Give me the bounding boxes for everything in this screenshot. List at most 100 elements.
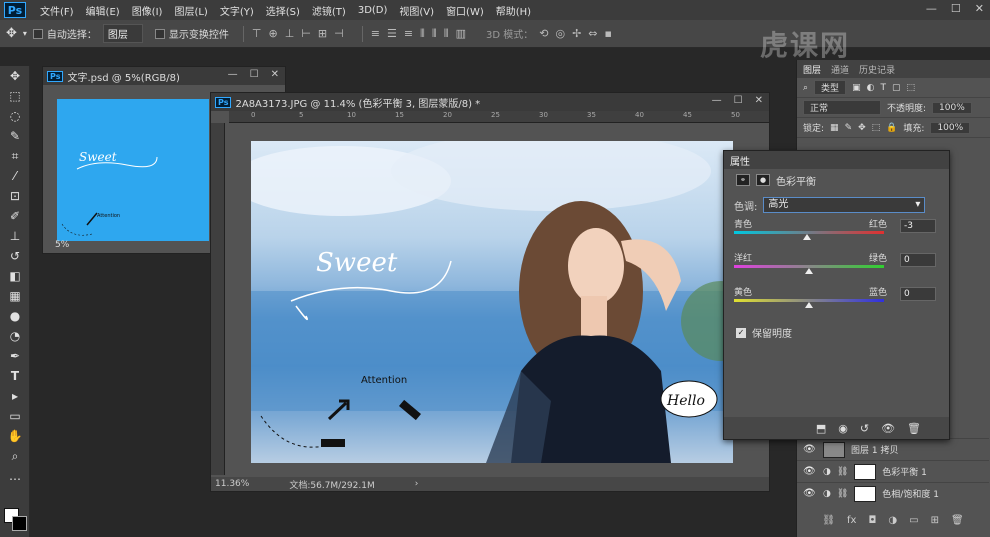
- align-right-icon[interactable]: ⊣: [334, 27, 344, 40]
- eye-icon[interactable]: 👁: [803, 444, 817, 455]
- zoom-level[interactable]: 11.36%: [215, 479, 249, 489]
- lock-position-icon[interactable]: ✥: [858, 123, 866, 133]
- filter-shape-icon[interactable]: ▢: [892, 83, 901, 93]
- tone-dropdown[interactable]: 高光 ▾: [763, 197, 926, 213]
- gradient-tool-icon[interactable]: ▦: [0, 286, 30, 306]
- menu-edit[interactable]: 编辑(E): [80, 3, 126, 18]
- close-icon[interactable]: ✕: [271, 69, 279, 80]
- move-tool-icon[interactable]: ✥: [0, 66, 30, 86]
- document-canvas[interactable]: Sweet Attention: [57, 99, 209, 241]
- 3d-slide-icon[interactable]: ⇔: [588, 27, 597, 40]
- eye-icon[interactable]: 👁: [803, 466, 817, 477]
- blend-mode-dropdown[interactable]: 正常: [803, 100, 881, 115]
- lock-paint-icon[interactable]: ✎: [845, 123, 853, 133]
- view-previous-icon[interactable]: ◉: [838, 422, 848, 435]
- align-top-icon[interactable]: ⊤: [252, 27, 262, 40]
- menu-view[interactable]: 视图(V): [393, 3, 440, 18]
- properties-tab[interactable]: 属性: [724, 151, 949, 169]
- minimize-icon[interactable]: —: [926, 2, 937, 15]
- align-vcenter-icon[interactable]: ⊕: [269, 27, 278, 40]
- hand-tool-icon[interactable]: ✋: [0, 426, 30, 446]
- menu-type[interactable]: 文字(Y): [214, 3, 260, 18]
- maximize-icon[interactable]: ☐: [734, 95, 743, 106]
- slider-value-input[interactable]: -3: [900, 219, 936, 233]
- filter-smart-icon[interactable]: ⬚: [906, 83, 915, 93]
- menu-3d[interactable]: 3D(D): [352, 5, 394, 16]
- lock-pixels-icon[interactable]: ▦: [830, 123, 839, 133]
- menu-layer[interactable]: 图层(L): [168, 3, 213, 18]
- slider-value-input[interactable]: 0: [900, 253, 936, 267]
- close-icon[interactable]: ✕: [975, 2, 984, 15]
- brush-tool-icon[interactable]: ✐: [0, 206, 30, 226]
- lock-all-icon[interactable]: 🔒: [886, 123, 897, 133]
- distribute-hcenter-icon[interactable]: ⦀: [432, 27, 437, 41]
- type-tool-icon[interactable]: T: [0, 366, 30, 386]
- minimize-icon[interactable]: —: [712, 95, 722, 106]
- slider-thumb[interactable]: [802, 234, 811, 240]
- status-arrow-icon[interactable]: ›: [415, 479, 419, 489]
- distribute-top-icon[interactable]: ≡: [371, 27, 380, 41]
- auto-select-dropdown[interactable]: 图层: [102, 24, 143, 43]
- menu-help[interactable]: 帮助(H): [490, 3, 537, 18]
- fill-input[interactable]: 100%: [930, 121, 971, 134]
- fx-icon[interactable]: fx: [847, 515, 856, 526]
- visibility-eye-icon[interactable]: 👁: [881, 422, 895, 435]
- auto-select-checkbox[interactable]: [32, 28, 43, 39]
- shape-tool-icon[interactable]: ▭: [0, 406, 30, 426]
- menu-filter[interactable]: 滤镜(T): [306, 3, 352, 18]
- layer-row[interactable]: 👁 图层 1 拷贝: [797, 438, 989, 460]
- distribute-left-icon[interactable]: ⦀: [420, 27, 425, 41]
- more-tools-icon[interactable]: …: [0, 466, 30, 486]
- close-icon[interactable]: ✕: [755, 95, 763, 106]
- chevron-down-icon[interactable]: ▾: [23, 29, 27, 38]
- menu-image[interactable]: 图像(I): [126, 3, 169, 18]
- slider-thumb[interactable]: [805, 268, 813, 274]
- 3d-pan-icon[interactable]: ✢: [572, 27, 581, 40]
- crop-tool-icon[interactable]: ⌗: [0, 146, 30, 166]
- tab-history[interactable]: 历史记录: [859, 63, 895, 76]
- menu-window[interactable]: 窗口(W): [440, 3, 490, 18]
- new-group-icon[interactable]: ▭: [909, 515, 918, 526]
- eyedropper-tool-icon[interactable]: ⁄: [0, 166, 30, 186]
- 3d-scale-icon[interactable]: ▪: [605, 27, 612, 40]
- pen-tool-icon[interactable]: ✒: [0, 346, 30, 366]
- mask-icon[interactable]: ●: [756, 174, 770, 186]
- layer-row[interactable]: 👁 ◑ ⛓ 色相/饱和度 1: [797, 482, 989, 504]
- align-bottom-icon[interactable]: ⊥: [285, 27, 295, 40]
- lasso-tool-icon[interactable]: ◌: [0, 106, 30, 126]
- zoom-tool-icon[interactable]: ⌕: [0, 446, 30, 466]
- eraser-tool-icon[interactable]: ◧: [0, 266, 30, 286]
- new-layer-icon[interactable]: ⊞: [931, 515, 939, 526]
- marquee-tool-icon[interactable]: ⬚: [0, 86, 30, 106]
- photo-canvas[interactable]: Sweet Attention Hello: [251, 141, 733, 463]
- lock-artboard-icon[interactable]: ⬚: [872, 123, 881, 133]
- distribute-right-icon[interactable]: ⦀: [444, 27, 449, 41]
- 3d-roll-icon[interactable]: ◎: [555, 27, 565, 40]
- maximize-icon[interactable]: ☐: [250, 69, 259, 80]
- filter-type-icon[interactable]: T: [880, 83, 886, 93]
- menu-select[interactable]: 选择(S): [260, 3, 306, 18]
- slider-value-input[interactable]: 0: [900, 287, 936, 301]
- show-transform-checkbox[interactable]: [154, 28, 165, 39]
- slider-thumb[interactable]: [805, 302, 813, 308]
- trash-icon[interactable]: 🗑: [951, 515, 964, 526]
- maximize-icon[interactable]: ☐: [951, 2, 961, 15]
- add-mask-icon[interactable]: ◘: [868, 515, 876, 526]
- preserve-luminosity[interactable]: ✓ 保留明度: [724, 325, 949, 340]
- filter-adjust-icon[interactable]: ◐: [867, 83, 875, 93]
- menu-file[interactable]: 文件(F): [34, 3, 80, 18]
- background-color[interactable]: [12, 516, 27, 531]
- 3d-rotate-icon[interactable]: ⟲: [539, 27, 548, 40]
- reset-icon[interactable]: ↺: [860, 422, 869, 435]
- align-left-icon[interactable]: ⊢: [301, 27, 311, 40]
- auto-align-icon[interactable]: ▥: [456, 27, 466, 41]
- healing-brush-icon[interactable]: ⊡: [0, 186, 30, 206]
- align-hcenter-icon[interactable]: ⊞: [318, 27, 327, 40]
- move-tool-icon[interactable]: ✥: [6, 26, 17, 41]
- zoom-level[interactable]: 5%: [55, 240, 69, 250]
- path-select-icon[interactable]: ▸: [0, 386, 30, 406]
- quick-select-tool-icon[interactable]: ✎: [0, 126, 30, 146]
- blur-tool-icon[interactable]: ●: [0, 306, 30, 326]
- tab-channels[interactable]: 通道: [831, 63, 849, 76]
- link-layers-icon[interactable]: ⛓: [822, 515, 835, 526]
